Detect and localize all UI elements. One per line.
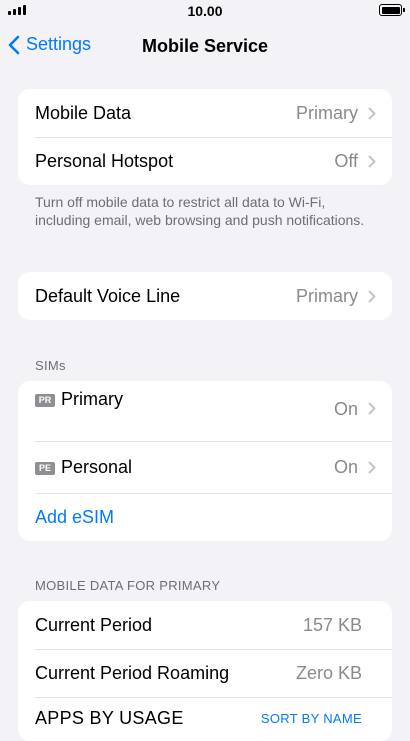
personal-hotspot-label: Personal Hotspot [35, 150, 174, 171]
page-title: Mobile Service [141, 36, 269, 56]
sim-personal-label: Personal [61, 456, 133, 477]
current-period-row: Current Period 157 KB [18, 601, 392, 649]
add-esim-row[interactable]: Add eSIM [18, 493, 392, 541]
navigation-bar: Settings Mobile Service [0, 30, 410, 64]
sim-primary-row[interactable]: PR Primary On [18, 381, 392, 441]
apps-by-usage-row: APPS BY USAGE SORT BY NAME [18, 697, 392, 739]
current-period-value: 157 KB [302, 614, 362, 635]
battery-icon [379, 4, 405, 16]
sim-primary-title: PR Primary [35, 381, 334, 410]
add-esim-button[interactable]: Add eSIM [35, 507, 376, 528]
sort-by-name-button[interactable]: SORT BY NAME [261, 711, 362, 726]
status-time: 10.00 [187, 3, 223, 19]
default-voice-line-label: Default Voice Line [35, 285, 181, 306]
apps-by-usage-label: APPS BY USAGE [35, 707, 184, 728]
current-period-roaming-label: Current Period Roaming [35, 662, 230, 683]
sim-primary-status: On [333, 399, 358, 419]
mobile-data-value: Primary [296, 102, 358, 123]
mobile-data-row[interactable]: Mobile Data Primary [18, 89, 392, 137]
chevron-right-icon [368, 107, 376, 119]
sim-personal-status: On [333, 456, 358, 477]
chevron-right-icon [368, 290, 376, 302]
chevron-right-icon [368, 461, 376, 473]
default-voice-line-value: Primary [296, 285, 358, 306]
mobile-data-footnote: Turn off mobile data to restrict all dat… [35, 194, 365, 228]
mobile-data-card: Mobile Data Primary Personal Hotspot Off [18, 89, 392, 185]
status-bar: 10.00 [0, 0, 410, 22]
mobile-data-label: Mobile Data [35, 102, 132, 123]
chevron-right-icon [368, 155, 376, 167]
personal-hotspot-row[interactable]: Personal Hotspot Off [18, 137, 392, 185]
sim-badge: PR [35, 394, 55, 407]
sim-personal-row[interactable]: PE Personal On [18, 441, 392, 493]
default-voice-line-row[interactable]: Default Voice Line Primary [18, 272, 392, 320]
current-period-roaming-row: Current Period Roaming Zero KB [18, 649, 392, 697]
sim-primary-label: Primary [61, 389, 123, 409]
usage-section-header: MOBILE DATA FOR PRIMARY [35, 578, 221, 593]
personal-hotspot-value: Off [334, 150, 358, 171]
sims-card: PR Primary On PE Personal On Add eSIM [18, 381, 392, 541]
current-period-label: Current Period [35, 614, 153, 635]
sim-badge: PE [35, 461, 55, 475]
sims-section-header: SIMs [35, 358, 66, 373]
chevron-right-icon [368, 402, 376, 415]
current-period-roaming-value: Zero KB [295, 662, 362, 683]
voice-line-card: Default Voice Line Primary [18, 272, 392, 320]
sim-personal-title: PE Personal [35, 457, 334, 478]
usage-card: Current Period 157 KB Current Period Roa… [18, 601, 392, 741]
